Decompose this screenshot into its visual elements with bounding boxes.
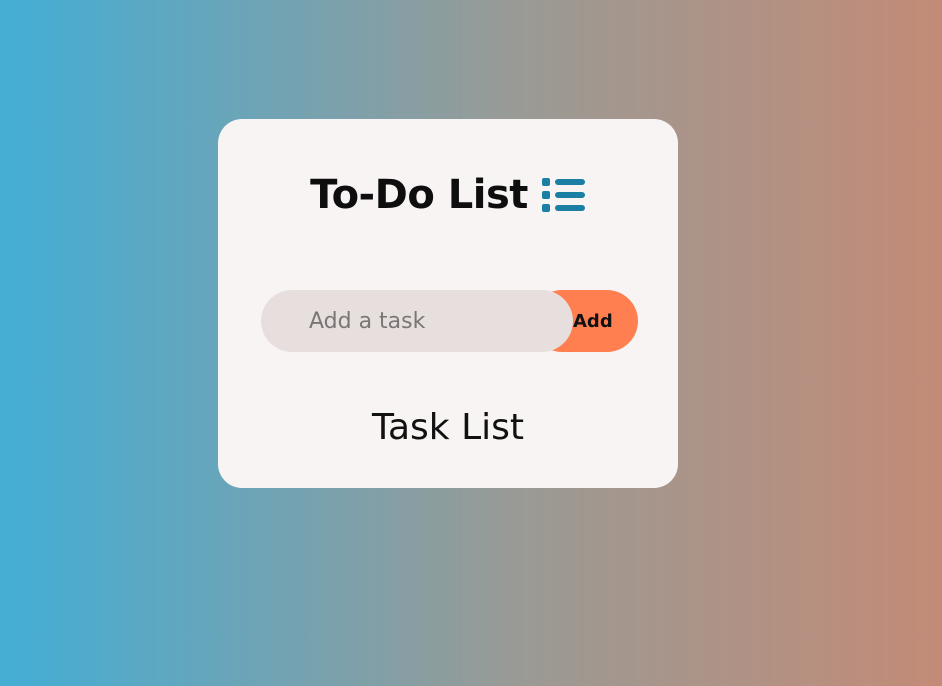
page-title: To-Do List xyxy=(310,172,528,218)
list-icon xyxy=(541,177,586,213)
todo-card: To-Do List Add Task List xyxy=(218,119,678,488)
task-list-heading: Task List xyxy=(371,407,525,448)
header: To-Do List xyxy=(218,171,678,219)
task-input[interactable] xyxy=(261,290,573,352)
add-task-row: Add xyxy=(261,290,638,354)
